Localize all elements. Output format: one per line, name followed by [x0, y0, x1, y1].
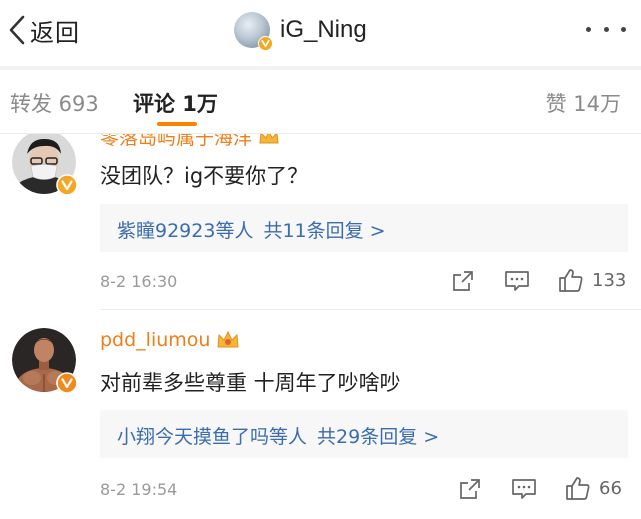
comment-item: 零落岛屿属于海洋 没团队？ig不要你了？ 紫瞳92923等人 共11条回复 > 8…: [0, 134, 641, 310]
tab-repost[interactable]: 转发 693: [10, 88, 99, 118]
more-options-button[interactable]: [586, 22, 626, 36]
commenter-username[interactable]: pdd_liumou: [100, 329, 240, 351]
vip-crown-icon: [217, 330, 240, 348]
reply-count: 共11条回复 >: [263, 220, 386, 242]
username-text: pdd_liumou: [100, 329, 211, 351]
like-button[interactable]: 66: [565, 475, 622, 501]
reply-button[interactable]: [504, 269, 530, 293]
more-dot-icon: [603, 26, 609, 32]
comment-item: pdd_liumou 对前辈多些尊重 十周年了吵啥吵 小翔今天摸鱼了吗等人 共29…: [0, 310, 641, 519]
verified-badge-icon: [56, 372, 78, 394]
reply-summary-box[interactable]: 小翔今天摸鱼了吗等人 共29条回复 >: [100, 410, 628, 458]
thumbs-up-icon: [566, 477, 590, 500]
navigation-bar: 返回 iG_Ning: [0, 0, 641, 62]
comment-icon: [505, 271, 529, 291]
commenter-avatar[interactable]: [12, 134, 78, 196]
comment-text: 对前辈多些尊重 十周年了吵啥吵: [100, 371, 401, 395]
tab-bar: 转发 693 评论 1万 赞 14万: [0, 70, 641, 132]
more-dot-icon: [621, 26, 626, 32]
page-title: iG_Ning: [280, 16, 367, 43]
reply-count: 共29条回复 >: [317, 426, 440, 448]
vip-crown-icon: [259, 134, 279, 143]
share-icon: [460, 479, 480, 499]
comment-timestamp: 8-2 16:30: [100, 272, 178, 291]
tab-comment[interactable]: 评论 1万: [133, 88, 218, 118]
reply-people: 小翔今天摸鱼了吗等人: [117, 426, 308, 448]
view-replies-link[interactable]: 紫瞳92923等人 共11条回复 >: [117, 216, 386, 243]
reply-people: 紫瞳92923等人: [117, 220, 254, 242]
share-button[interactable]: [458, 477, 482, 501]
thumbs-up-icon: [559, 269, 583, 292]
reply-button[interactable]: [511, 477, 537, 501]
comment-icon: [512, 479, 536, 499]
verified-badge-icon: [258, 36, 273, 51]
chevron-left-icon: [9, 15, 25, 45]
more-dot-icon: [586, 26, 591, 32]
back-button[interactable]: 返回: [6, 12, 80, 48]
view-replies-link[interactable]: 小翔今天摸鱼了吗等人 共29条回复 >: [117, 422, 439, 449]
share-icon: [453, 271, 473, 291]
profile-header[interactable]: iG_Ning: [234, 10, 367, 51]
reply-summary-box[interactable]: 紫瞳92923等人 共11条回复 >: [100, 204, 628, 252]
tab-like[interactable]: 赞 14万: [546, 88, 621, 118]
back-label: 返回: [30, 18, 80, 47]
comment-timestamp: 8-2 19:54: [100, 480, 178, 499]
profile-avatar[interactable]: [234, 12, 273, 51]
like-count: 66: [599, 477, 622, 499]
share-button[interactable]: [451, 269, 475, 293]
comment-text: 没团队？ig不要你了？: [100, 164, 309, 188]
like-button[interactable]: 133: [558, 267, 626, 293]
commenter-avatar[interactable]: [12, 328, 78, 394]
active-tab-indicator: [157, 122, 197, 126]
verified-badge-icon: [56, 174, 78, 196]
commenter-username[interactable]: 零落岛屿属于海洋: [100, 134, 280, 150]
like-count: 133: [592, 269, 627, 291]
username-text: 零落岛屿属于海洋: [100, 134, 253, 149]
